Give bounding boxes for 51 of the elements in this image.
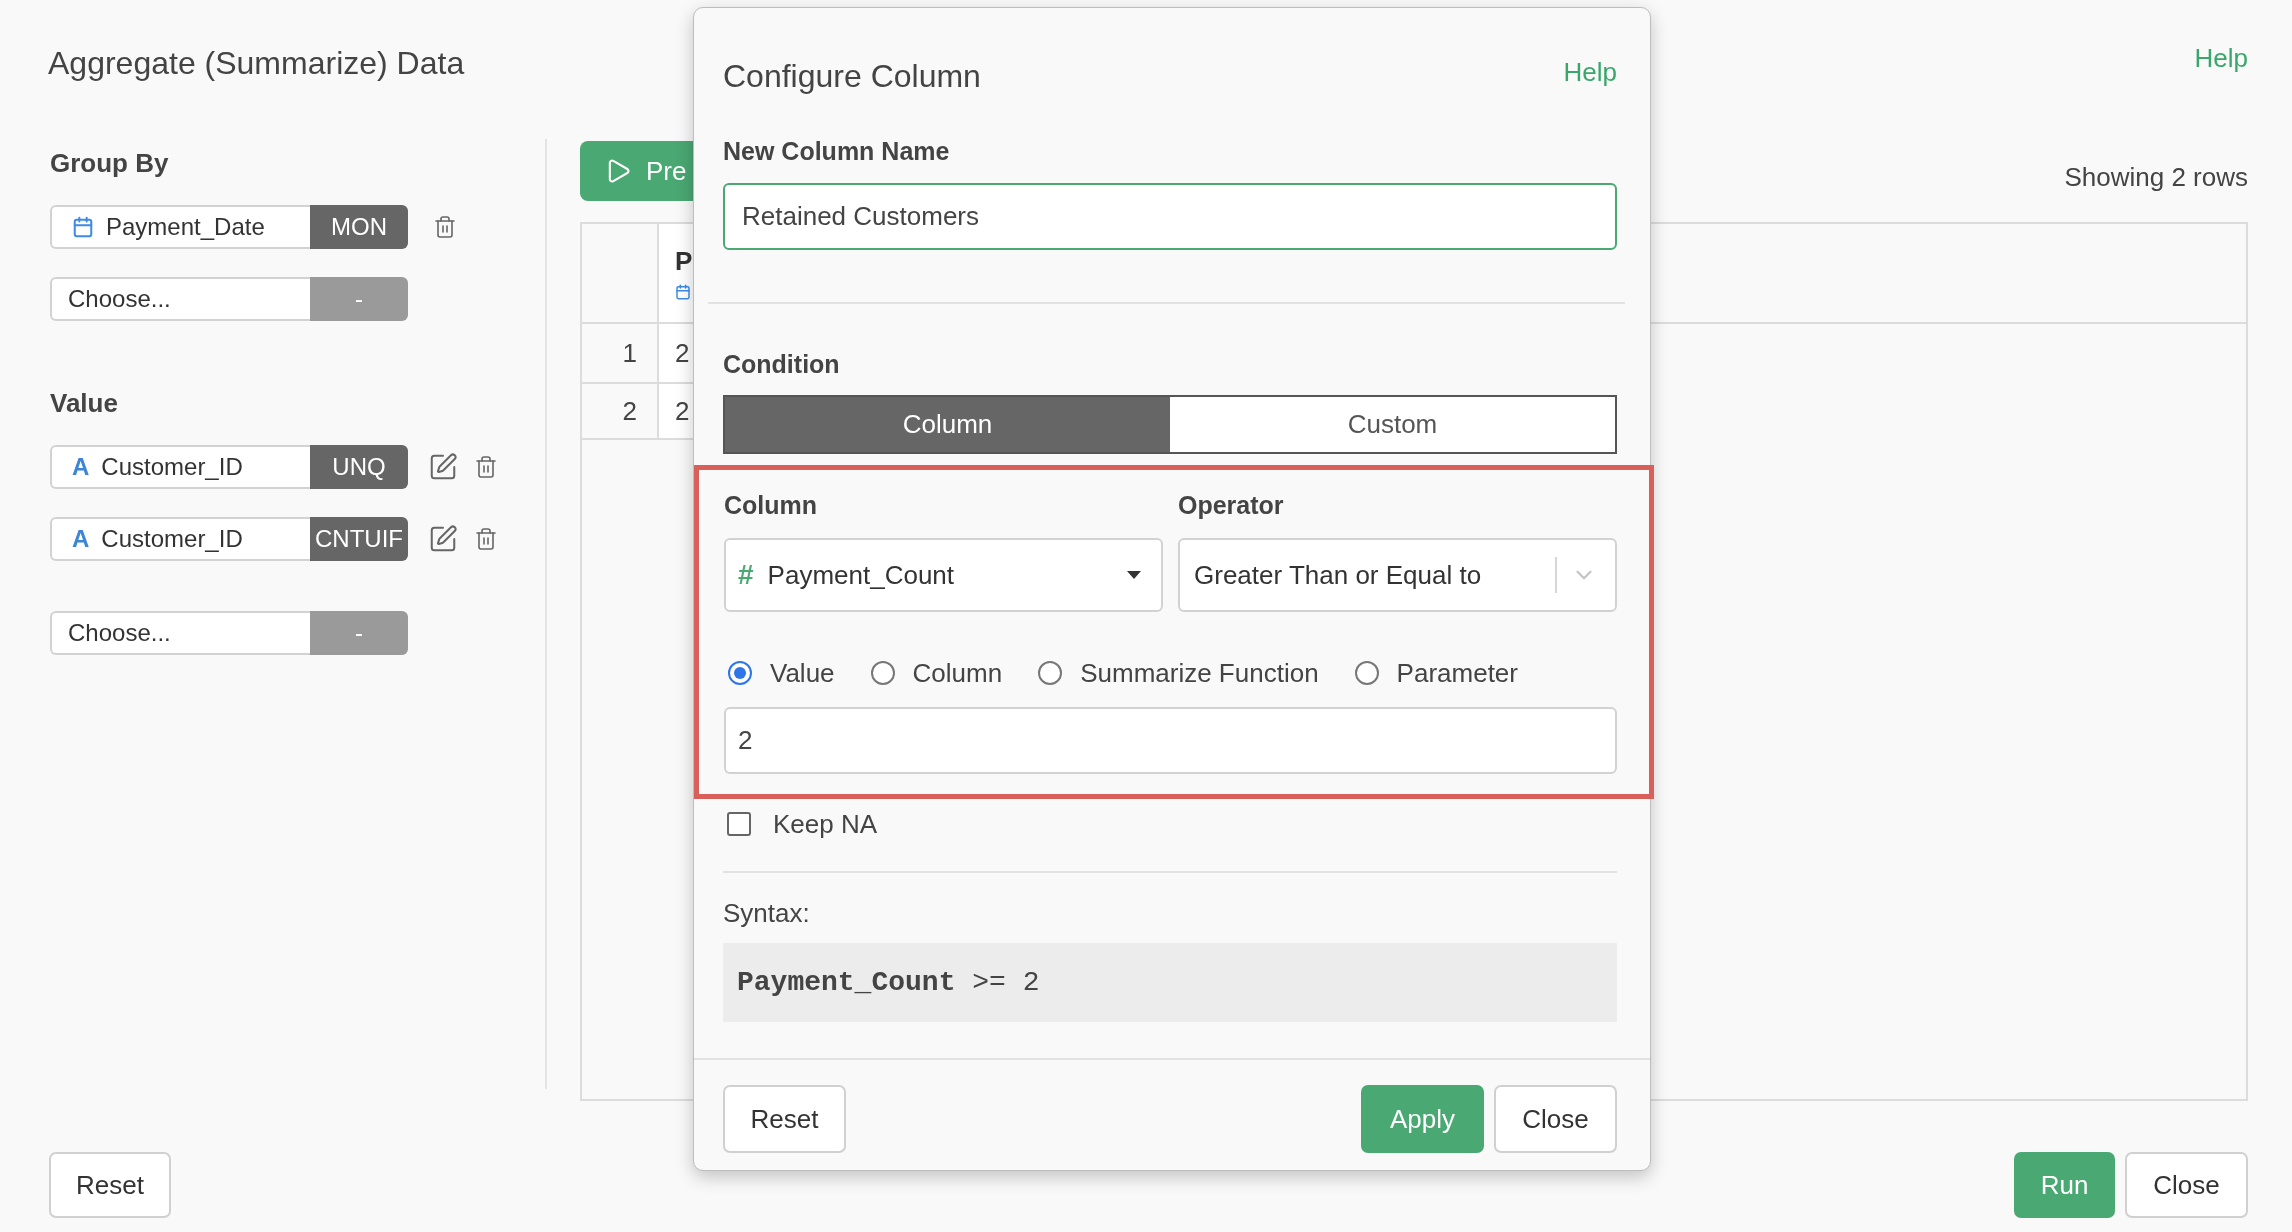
radio-label[interactable]: Summarize Function: [1080, 658, 1319, 688]
syntax-code: Payment_Count >= 2: [723, 943, 1617, 1022]
radio-label[interactable]: Value: [770, 658, 835, 688]
secondary-button[interactable]: Close: [2125, 1152, 2248, 1218]
field-label: Condition: [723, 349, 840, 379]
section-label: Value: [50, 388, 118, 418]
trash-icon[interactable]: [474, 455, 498, 479]
radio-label[interactable]: Parameter: [1396, 658, 1518, 688]
calendar-icon: [675, 284, 691, 300]
input-field[interactable]: 2: [724, 707, 1617, 774]
page-title: Aggregate (Summarize) Data: [48, 44, 465, 83]
column-select[interactable]: Payment_Date: [50, 205, 310, 249]
column-select[interactable]: A Customer_ID: [50, 517, 310, 561]
field-label: Column: [724, 490, 818, 520]
secondary-button[interactable]: Close: [1494, 1085, 1617, 1153]
type-icon: A: [72, 527, 90, 551]
radio-button[interactable]: [728, 661, 752, 685]
radio-button[interactable]: [1354, 661, 1379, 685]
column-select[interactable]: # Payment_Count: [724, 538, 1163, 612]
type-icon: A: [72, 455, 90, 479]
field-label: Operator: [1178, 490, 1284, 520]
row-count: Showing 2 rows: [2064, 161, 2248, 194]
function-select[interactable]: MON: [310, 205, 408, 249]
operator-select[interactable]: Greater Than or Equal to: [1178, 538, 1617, 612]
dialog-title: Configure Column: [723, 58, 981, 94]
edit-icon[interactable]: [428, 452, 458, 482]
table-cell: 2: [659, 384, 693, 438]
tab[interactable]: Custom: [1170, 397, 1615, 452]
field-label: New Column Name: [723, 136, 950, 166]
radio-button[interactable]: [1038, 661, 1063, 685]
column-header: P: [675, 246, 693, 276]
syntax-label: Syntax:: [723, 898, 810, 928]
trash-icon[interactable]: [474, 527, 498, 551]
radio-button[interactable]: [870, 661, 895, 685]
secondary-button[interactable]: Reset: [49, 1152, 171, 1218]
tab[interactable]: Column: [725, 397, 1170, 452]
type-icon: #: [738, 559, 754, 590]
input-field[interactable]: Retained Customers: [723, 183, 1617, 250]
checkbox[interactable]: [727, 812, 751, 836]
caret-icon: [1127, 571, 1141, 579]
secondary-button[interactable]: Reset: [723, 1085, 846, 1153]
checkbox-label[interactable]: Keep NA: [773, 809, 878, 839]
calendar-icon: [72, 216, 94, 238]
column-select[interactable]: A Customer_ID: [50, 445, 310, 489]
edit-icon[interactable]: [428, 524, 458, 554]
trash-icon[interactable]: [433, 215, 457, 239]
radio-label[interactable]: Column: [912, 658, 1003, 688]
table-cell: 2: [659, 324, 693, 382]
function-select[interactable]: CNTUIF: [310, 517, 408, 561]
function-select[interactable]: UNQ: [310, 445, 408, 489]
section-label: Group By: [50, 148, 169, 178]
